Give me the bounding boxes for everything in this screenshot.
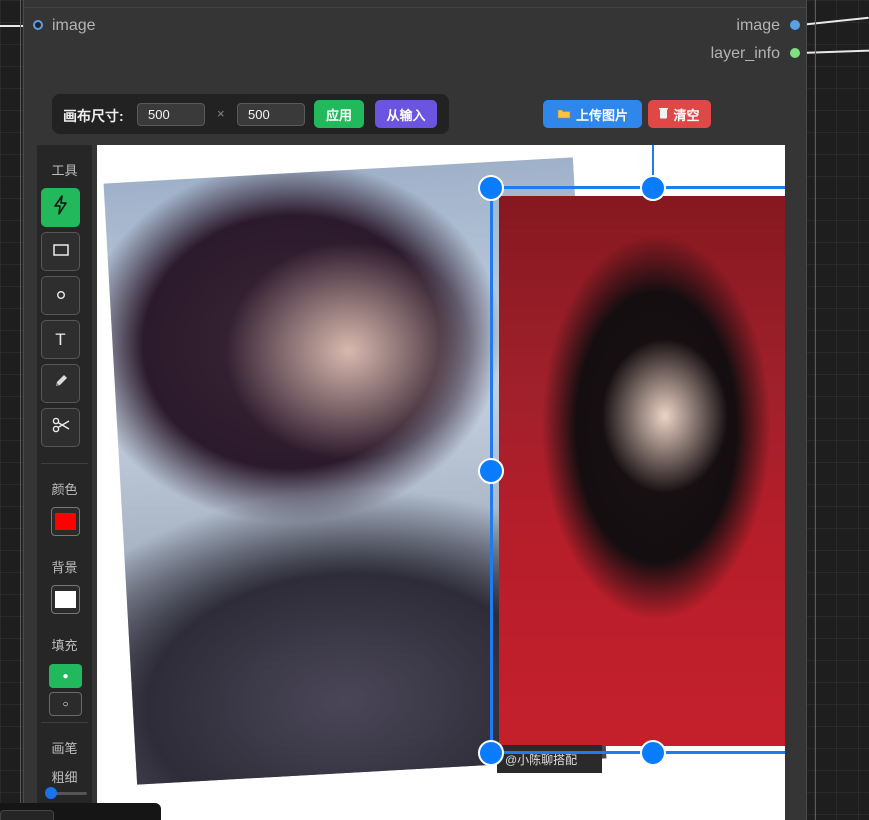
canvas-height-input[interactable] [237,103,305,126]
canvas-size-panel: 画布尺寸: × 应用 从输入 [52,94,449,134]
resize-handle-middle-left[interactable] [478,458,504,484]
pencil-tool-button[interactable] [41,364,80,403]
toolbar-divider-2 [41,722,88,723]
bottom-panel-tab[interactable] [0,810,54,820]
background-color-picker[interactable] [51,585,80,614]
lightning-icon [52,195,70,220]
rectangle-icon [52,243,69,261]
times-sign: × [217,106,225,121]
tools-heading: 工具 [51,163,78,178]
canvas-size-label: 画布尺寸: [63,108,124,124]
hollow-dot-icon: ○ [62,698,69,710]
clear-button[interactable]: 清空 [648,100,711,128]
upload-image-label: 上传图片 [575,107,628,123]
upload-image-button[interactable]: 上传图片 [543,100,642,128]
drawing-canvas[interactable]: @小陈聊搭配 [97,145,785,820]
scissors-icon [52,417,70,438]
background-swatch [55,591,76,608]
background-heading: 背景 [51,560,78,575]
fill-solid-button[interactable]: ● [49,664,82,688]
output-layer-info-socket[interactable] [790,48,800,58]
group-frame-right [815,0,816,820]
output-image-socket[interactable] [790,20,800,30]
clear-label: 清空 [673,107,700,123]
resize-handle-top-middle[interactable] [640,175,666,201]
color-heading: 颜色 [51,482,78,497]
color-swatch [55,513,76,530]
fill-outline-button[interactable]: ○ [49,692,82,716]
fill-heading: 填充 [51,638,78,653]
text-tool-button[interactable]: T [41,320,80,359]
input-image-socket[interactable] [33,20,43,30]
folder-icon [557,107,571,122]
brush-heading: 画笔 [51,741,78,756]
toolbar-divider [41,463,88,464]
rectangle-tool-button[interactable] [41,232,80,271]
apply-button-label: 应用 [325,107,352,123]
resize-handle-bottom-middle[interactable] [640,740,666,766]
trash-icon [659,107,669,122]
group-frame-left [20,0,21,820]
from-input-button-label: 从输入 [386,107,426,123]
text-tool-icon: T [55,329,66,349]
resize-handle-top-left[interactable] [478,175,504,201]
selection-border-top [490,186,785,189]
circle-tool-button[interactable] [41,276,80,315]
lightning-tool-button[interactable] [41,188,80,227]
output-image-label: image [736,17,780,34]
selection-border-bottom [490,751,785,754]
tool-sidebar: 工具 T 颜色 背景 填充 ● ○ 画笔 粗细 [37,145,92,820]
output-wire-layer [799,49,869,54]
input-image-label: image [52,17,96,34]
node-title-divider [24,7,806,8]
pencil-icon [53,373,69,394]
photo-layer-woman-red-jacket[interactable] [499,196,785,746]
filled-dot-icon: ● [62,670,69,682]
from-input-button[interactable]: 从输入 [375,100,437,128]
output-layer-info-label: layer_info [710,45,780,62]
thickness-slider-handle[interactable] [45,787,57,799]
resize-handle-bottom-left[interactable] [478,740,504,766]
output-wire-image [799,16,869,26]
canvas-width-input[interactable] [137,103,205,126]
circle-icon [56,287,66,305]
apply-button[interactable]: 应用 [314,100,364,128]
scissors-tool-button[interactable] [41,408,80,447]
color-picker[interactable] [51,507,80,536]
thickness-label: 粗细 [51,770,78,785]
watermark-text: @小陈聊搭配 [497,745,602,773]
